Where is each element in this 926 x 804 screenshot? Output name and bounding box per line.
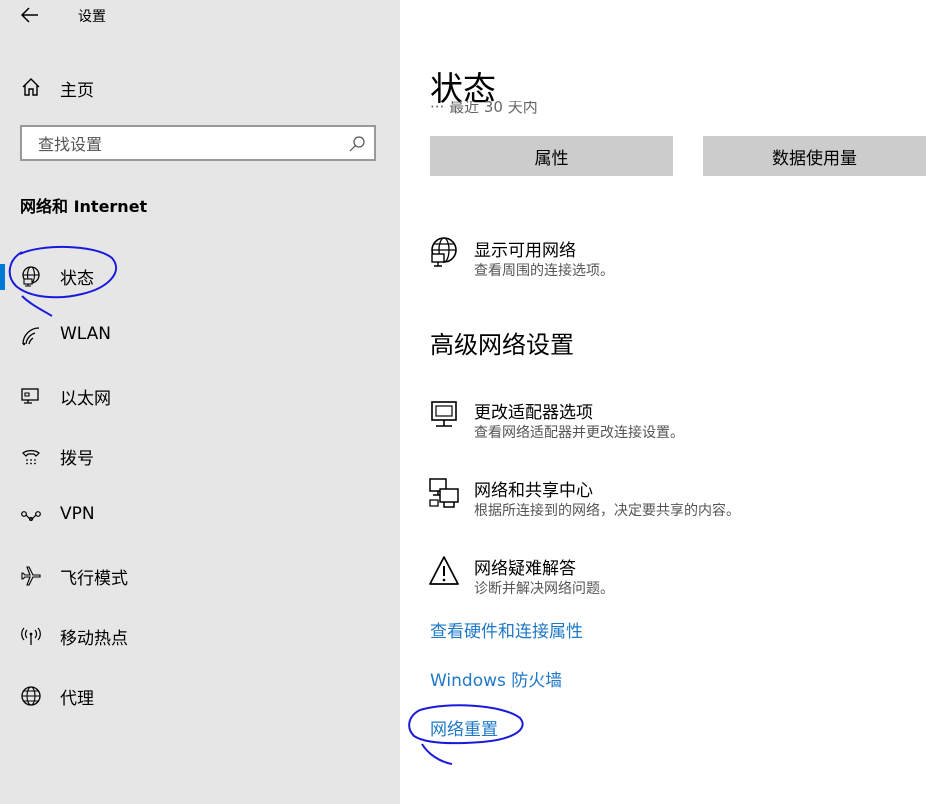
- back-button[interactable]: [16, 2, 44, 28]
- sharing-center-item[interactable]: 网络和共享中心 根据所连接到的网络，决定要共享的内容。: [428, 476, 908, 532]
- adapter-options-desc: 查看网络适配器并更改连接设置。: [474, 425, 684, 441]
- warning-icon: [429, 556, 459, 585]
- sidebar-item-proxy[interactable]: 代理: [0, 674, 400, 718]
- back-arrow-icon: [21, 7, 38, 23]
- clipped-status-text: ··· 最近 30 天内: [430, 101, 538, 116]
- search-input[interactable]: [38, 135, 338, 154]
- airplane-icon: [21, 566, 41, 586]
- troubleshoot-desc: 诊断并解决网络问题。: [474, 581, 614, 597]
- sidebar-item-label: 移动热点: [60, 629, 128, 649]
- troubleshoot-item[interactable]: 网络疑难解答 诊断并解决网络问题。: [428, 554, 908, 610]
- sidebar-item-label: 飞行模式: [60, 569, 128, 589]
- sidebar-section-title: 网络和 Internet: [20, 197, 148, 216]
- network-reset-link[interactable]: 网络重置: [430, 715, 498, 740]
- sharing-center-desc: 根据所连接到的网络，决定要共享的内容。: [474, 503, 740, 519]
- home-icon: [22, 78, 40, 96]
- main-panel: 状态 ··· 最近 30 天内 属性 数据使用量 显示可用网络 查看周围的连接选…: [400, 0, 926, 804]
- sidebar-item-label: 拨号: [60, 449, 94, 469]
- properties-button[interactable]: 属性: [430, 136, 673, 176]
- sidebar: 设置 主页 网络和 Internet 状态: [0, 0, 400, 804]
- wifi-icon: [22, 327, 40, 346]
- adapter-options-item[interactable]: 更改适配器选项 查看网络适配器并更改连接设置。: [428, 398, 908, 454]
- adapter-options-title: 更改适配器选项: [474, 403, 593, 423]
- advanced-settings-heading: 高级网络设置: [430, 331, 574, 359]
- sidebar-item-vpn[interactable]: VPN: [0, 494, 400, 538]
- troubleshoot-title: 网络疑难解答: [474, 559, 576, 579]
- sidebar-item-airplane[interactable]: 飞行模式: [0, 554, 400, 598]
- sidebar-item-label: WLAN: [60, 324, 112, 344]
- data-usage-button[interactable]: 数据使用量: [703, 136, 926, 176]
- sidebar-item-label: VPN: [60, 504, 95, 524]
- globe-icon: [21, 686, 41, 706]
- hardware-properties-link[interactable]: 查看硬件和连接属性: [430, 617, 583, 642]
- adapter-icon: [431, 401, 457, 427]
- sidebar-item-dialup[interactable]: 拨号: [0, 434, 400, 478]
- show-networks-desc: 查看周围的连接选项。: [474, 263, 614, 279]
- vpn-icon: [21, 511, 41, 522]
- show-networks-title: 显示可用网络: [474, 241, 576, 261]
- ethernet-icon: [21, 388, 39, 404]
- sharing-center-icon: [429, 478, 459, 508]
- sidebar-item-label: 代理: [60, 689, 94, 709]
- sharing-center-title: 网络和共享中心: [474, 481, 593, 501]
- selection-indicator: [0, 264, 5, 290]
- search-icon[interactable]: [348, 135, 366, 153]
- globe-status-icon: [22, 266, 40, 287]
- sidebar-item-ethernet[interactable]: 以太网: [0, 374, 400, 418]
- sidebar-item-status[interactable]: 状态: [0, 254, 400, 298]
- windows-firewall-link[interactable]: Windows 防火墙: [430, 666, 562, 691]
- hotspot-icon: [21, 627, 41, 645]
- show-networks-item[interactable]: 显示可用网络 查看周围的连接选项。: [428, 236, 908, 292]
- sidebar-item-label: 以太网: [60, 389, 111, 409]
- sidebar-home-label: 主页: [60, 81, 94, 101]
- globe-network-icon: [431, 237, 457, 267]
- sidebar-item-home[interactable]: 主页: [0, 66, 400, 108]
- search-box[interactable]: [20, 125, 376, 161]
- sidebar-item-label: 状态: [60, 269, 94, 289]
- sidebar-item-wlan[interactable]: WLAN: [0, 314, 400, 358]
- dialup-icon: [22, 450, 40, 465]
- window-title: 设置: [78, 9, 106, 25]
- sidebar-item-hotspot[interactable]: 移动热点: [0, 614, 400, 658]
